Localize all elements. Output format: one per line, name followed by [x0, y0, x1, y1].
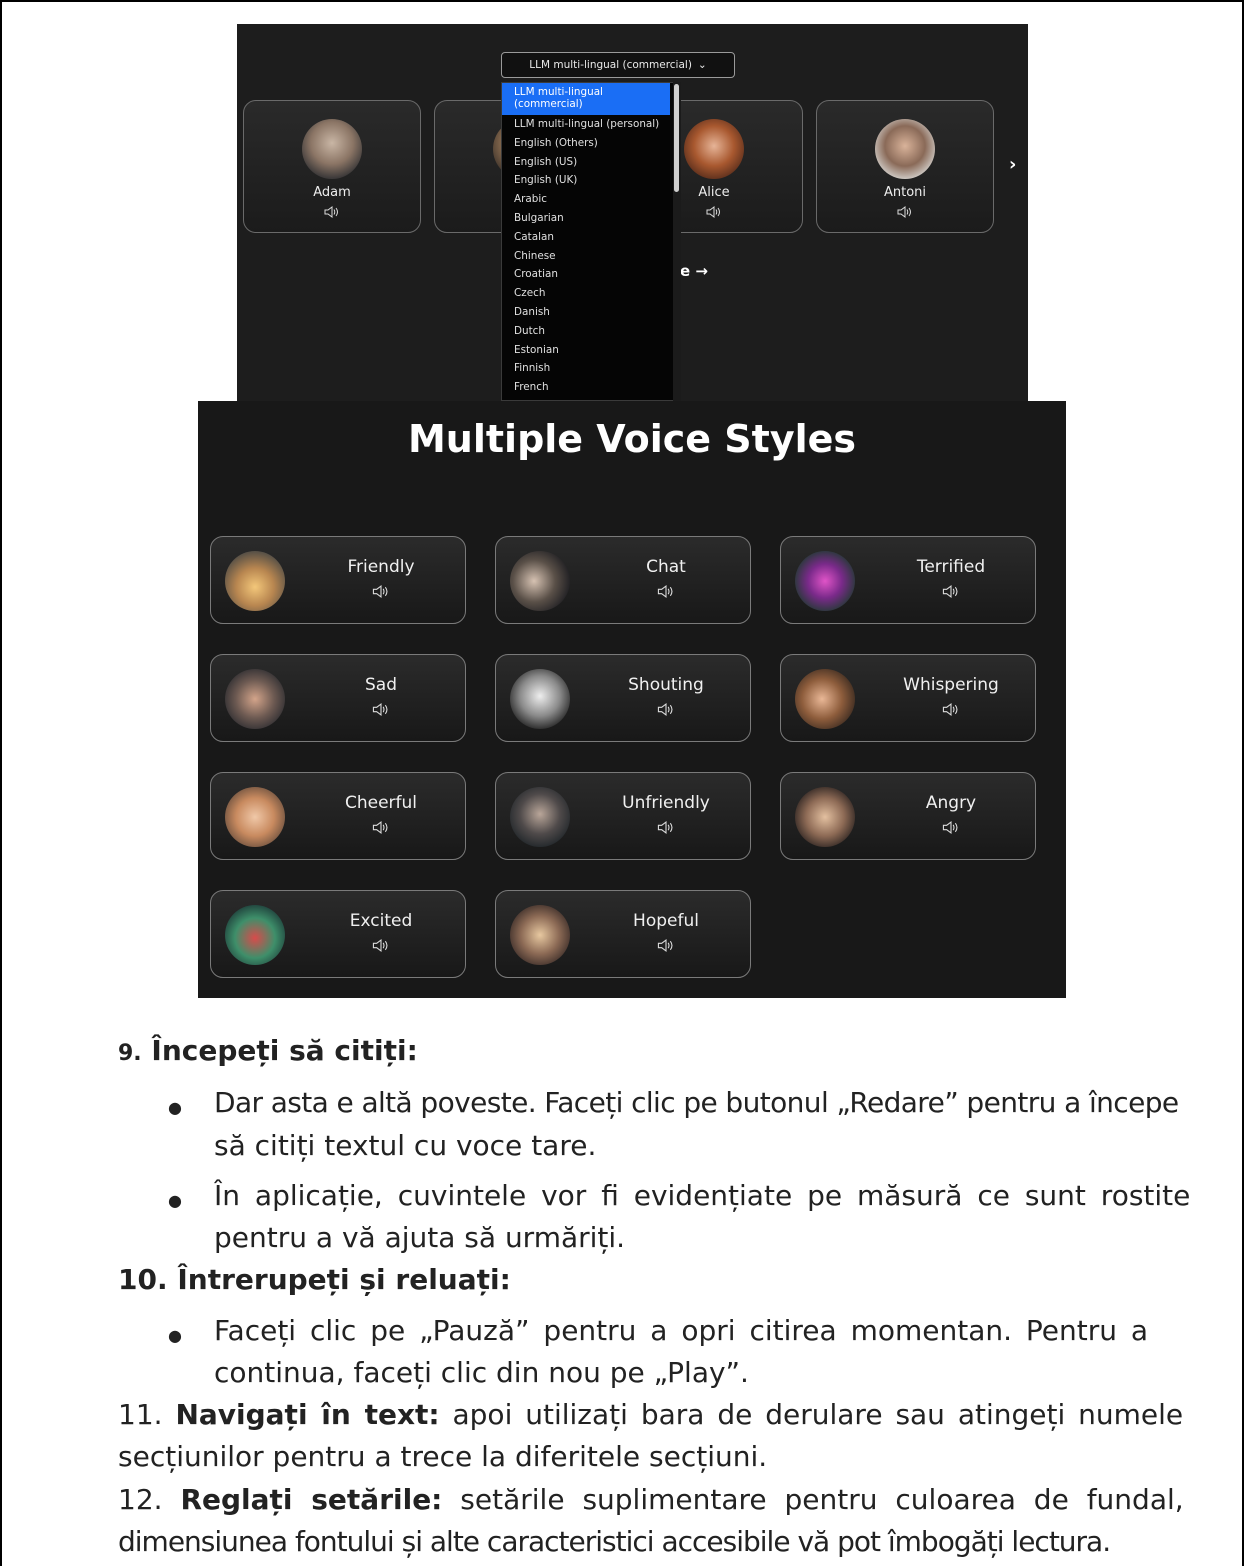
step-10-bullet-1-line-2: continua, faceți clic din nou pe „Play”.: [214, 1356, 749, 1389]
step-9-number: 9.: [118, 1041, 142, 1066]
step-10-heading: 10. Întrerupeți și reluați:: [118, 1263, 511, 1296]
step-9-heading: 9. Începeți să citiți:: [118, 1034, 418, 1067]
step-11-text: apoi utilizați bara de derulare sau atin…: [452, 1398, 1184, 1431]
document-body: 9. Începeți să citiți: ● Dar asta e altă…: [0, 0, 1244, 1566]
bullet-icon: ●: [168, 1191, 182, 1210]
step-11-title: Navigați în text:: [175, 1398, 440, 1431]
step-9-bullet-1-line-1: Dar asta e altă poveste. Faceți clic pe …: [214, 1086, 1179, 1119]
step-11-number: 11.: [118, 1398, 163, 1431]
bullet-icon: ●: [168, 1326, 182, 1345]
step-12-text: setările suplimentare pentru culoarea de…: [460, 1483, 1184, 1516]
step-11-line-1: 11. Navigați în text: apoi utilizați bar…: [118, 1398, 1183, 1431]
step-12-line-1: 12. Reglați setările: setările supliment…: [118, 1483, 1184, 1516]
bullet-icon: ●: [168, 1098, 182, 1117]
step-10-bullet-1-line-1: Faceți clic pe „Pauză” pentru a opri cit…: [214, 1314, 1149, 1347]
step-9-title: Începeți să citiți:: [151, 1034, 418, 1067]
step-9-bullet-2-line-1: În aplicație, cuvintele vor fi evidenția…: [214, 1179, 1191, 1212]
step-12-number: 12.: [118, 1483, 163, 1516]
step-11-line-2: secțiunilor pentru a trece la diferitele…: [118, 1440, 768, 1473]
step-12-title: Reglați setările:: [180, 1483, 443, 1516]
step-9-bullet-2-line-2: pentru a vă ajuta să urmăriți.: [214, 1221, 626, 1254]
step-9-bullet-1-line-2: să citiți textul cu voce tare.: [214, 1129, 597, 1162]
step-12-line-2: dimensiunea fontului și alte caracterist…: [118, 1525, 1111, 1558]
